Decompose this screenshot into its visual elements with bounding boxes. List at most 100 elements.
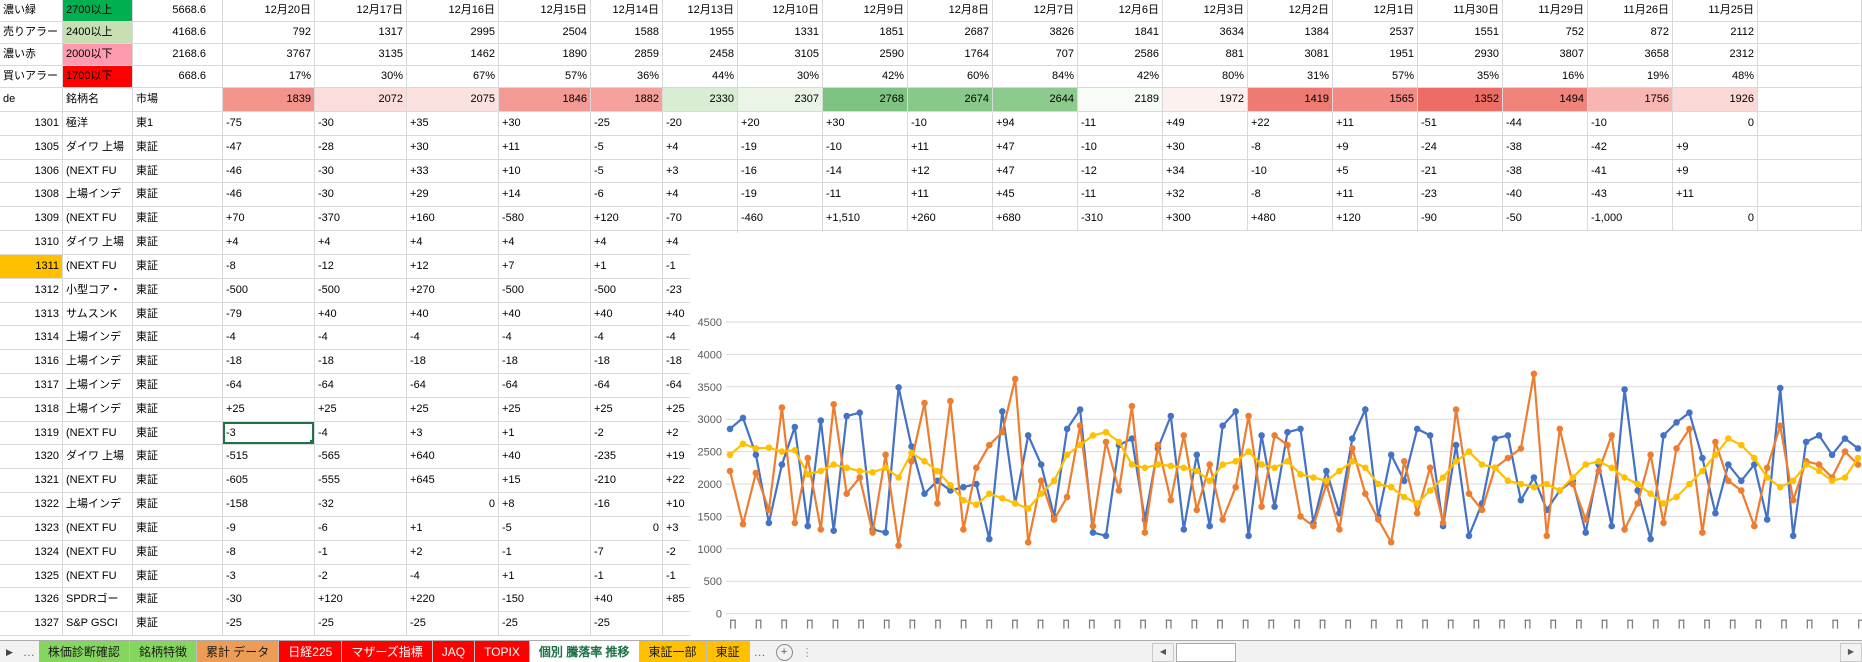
series-blue-marker[interactable]	[740, 415, 747, 422]
value-cell[interactable]: +680	[993, 207, 1078, 231]
summary-value[interactable]: 16%	[1503, 66, 1588, 88]
value-cell[interactable]: 0	[1673, 112, 1758, 136]
value-cell[interactable]: +9	[1673, 136, 1758, 160]
cell[interactable]	[1758, 112, 1862, 136]
summary-value[interactable]: 1841	[1078, 22, 1163, 44]
value-cell[interactable]: +11	[908, 136, 993, 160]
series-orange-marker[interactable]	[740, 521, 747, 528]
series-yellow-marker[interactable]	[1310, 474, 1317, 481]
value-cell[interactable]: -18	[223, 350, 315, 374]
series-orange-marker[interactable]	[1129, 403, 1136, 410]
series-orange-marker[interactable]	[1790, 497, 1797, 504]
value-cell[interactable]: -11	[823, 183, 908, 207]
date-column-header[interactable]: 12月6日	[1078, 0, 1163, 22]
threshold-value[interactable]: 668.6	[133, 66, 223, 88]
summary-value[interactable]: 881	[1163, 44, 1248, 66]
series-yellow-marker[interactable]	[1103, 429, 1110, 436]
value-cell[interactable]: -310	[1078, 207, 1163, 231]
value-cell[interactable]: -64	[591, 374, 663, 398]
summary-value[interactable]: 44%	[663, 66, 738, 88]
series-yellow-marker[interactable]	[1064, 452, 1071, 459]
value-cell[interactable]: +32	[1163, 183, 1248, 207]
value-cell[interactable]: +45	[993, 183, 1078, 207]
summary-value[interactable]: 1462	[407, 44, 499, 66]
value-cell[interactable]: -21	[1418, 160, 1503, 184]
value-cell[interactable]: -1	[591, 565, 663, 589]
value-cell[interactable]: -25	[591, 612, 663, 636]
value-cell[interactable]: -1	[499, 541, 591, 565]
series-blue-marker[interactable]	[1414, 426, 1421, 433]
date-column-header[interactable]: 12月15日	[499, 0, 591, 22]
threshold-badge[interactable]: 2000以下	[63, 44, 133, 66]
summary-value[interactable]: 2458	[663, 44, 738, 66]
stock-code-cell[interactable]: 1319	[0, 422, 63, 446]
series-orange-marker[interactable]	[1738, 487, 1745, 494]
value-cell[interactable]: -235	[591, 445, 663, 469]
scrollbar-thumb[interactable]	[1176, 643, 1236, 662]
value-cell[interactable]: -4	[499, 326, 591, 350]
series-yellow-marker[interactable]	[973, 501, 980, 508]
series-orange-marker[interactable]	[1271, 432, 1278, 439]
summary-value[interactable]: 2112	[1673, 22, 1758, 44]
summary-value[interactable]: 80%	[1163, 66, 1248, 88]
index-value-cell[interactable]: 2330	[663, 88, 738, 112]
series-yellow-marker[interactable]	[1660, 500, 1667, 507]
summary-value[interactable]: 2930	[1418, 44, 1503, 66]
market-cell[interactable]: 東証	[133, 183, 223, 207]
summary-value[interactable]: 2859	[591, 44, 663, 66]
value-cell[interactable]: +1	[591, 255, 663, 279]
series-yellow-marker[interactable]	[740, 441, 747, 448]
tab-overflow-right[interactable]: …	[750, 641, 770, 662]
summary-value[interactable]: 2504	[499, 22, 591, 44]
stock-code-cell[interactable]: 1325	[0, 565, 63, 589]
value-cell[interactable]: -1,000	[1588, 207, 1673, 231]
index-value-cell[interactable]: 1972	[1163, 88, 1248, 112]
stock-name-cell[interactable]: 上場インデ	[63, 398, 133, 422]
sheet-tab-4[interactable]: 日経225	[279, 641, 342, 662]
series-yellow-marker[interactable]	[1440, 474, 1447, 481]
scroll-left-arrow[interactable]: ◀	[1152, 643, 1174, 662]
series-orange-marker[interactable]	[1453, 406, 1460, 413]
series-yellow-marker[interactable]	[1090, 432, 1097, 439]
series-orange-marker[interactable]	[999, 429, 1006, 436]
value-cell[interactable]: -20	[663, 112, 738, 136]
stock-code-cell[interactable]: 1320	[0, 445, 63, 469]
value-cell[interactable]: +49	[1163, 112, 1248, 136]
value-cell[interactable]: +70	[223, 207, 315, 231]
value-cell[interactable]: +35	[407, 112, 499, 136]
value-cell[interactable]: -500	[499, 279, 591, 303]
market-cell[interactable]: 東証	[133, 565, 223, 589]
series-orange-marker[interactable]	[1375, 516, 1382, 523]
index-value-cell[interactable]: 2075	[407, 88, 499, 112]
date-column-header[interactable]: 12月10日	[738, 0, 823, 22]
series-yellow-marker[interactable]	[960, 497, 967, 504]
market-cell[interactable]: 東証	[133, 231, 223, 255]
value-cell[interactable]: -515	[223, 445, 315, 469]
value-cell[interactable]: -8	[1248, 136, 1333, 160]
market-cell[interactable]: 東1	[133, 112, 223, 136]
stock-code-cell[interactable]: 1305	[0, 136, 63, 160]
value-cell[interactable]: -4	[315, 326, 407, 350]
value-cell[interactable]: +30	[1163, 136, 1248, 160]
series-yellow-marker[interactable]	[1764, 474, 1771, 481]
market-cell[interactable]: 東証	[133, 303, 223, 327]
series-yellow-marker[interactable]	[1206, 478, 1213, 485]
sheet-tab-1[interactable]: 株価診断確認	[39, 641, 130, 662]
series-orange-marker[interactable]	[1258, 503, 1265, 510]
value-cell[interactable]: +20	[738, 112, 823, 136]
series-orange-marker[interactable]	[1595, 468, 1602, 475]
value-cell[interactable]: -2	[591, 422, 663, 446]
series-yellow-marker[interactable]	[1129, 461, 1136, 468]
series-orange-marker[interactable]	[805, 455, 812, 462]
summary-value[interactable]: 1851	[823, 22, 908, 44]
series-orange-marker[interactable]	[1816, 461, 1823, 468]
series-blue-marker[interactable]	[1790, 533, 1797, 540]
value-cell[interactable]: -30	[223, 588, 315, 612]
series-yellow-marker[interactable]	[830, 461, 837, 468]
value-cell[interactable]: -25	[407, 612, 499, 636]
sheet-tab-7[interactable]: TOPIX	[475, 641, 530, 662]
series-orange-marker[interactable]	[1025, 539, 1032, 546]
series-yellow-marker[interactable]	[766, 444, 773, 451]
value-cell[interactable]: +47	[993, 136, 1078, 160]
series-yellow-marker[interactable]	[1751, 455, 1758, 462]
